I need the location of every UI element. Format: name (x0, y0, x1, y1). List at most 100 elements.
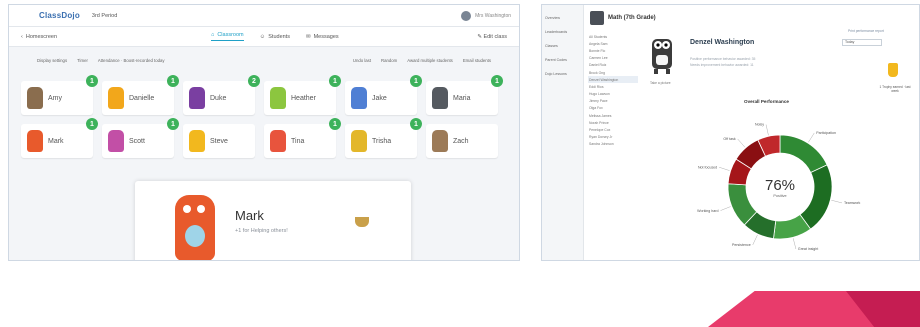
slice-leader-line (720, 206, 731, 211)
student-card[interactable]: Duke 2 (183, 75, 260, 115)
timer-button[interactable]: Timer (77, 58, 88, 63)
random-button[interactable]: Random (381, 58, 397, 63)
edit-class-button[interactable]: ✎ Edit class (477, 34, 507, 40)
donut-slice (779, 134, 828, 174)
slice-leader-line (719, 167, 730, 171)
award-multiple-button[interactable]: Award multiple students (407, 58, 453, 63)
student-list-item[interactable]: Jimmy Pace (588, 98, 638, 105)
users-icon: ☺ (259, 33, 266, 40)
monster-avatar (270, 87, 286, 109)
student-list-item[interactable]: Carmen Lee (588, 55, 638, 62)
date-range-select[interactable]: Today (842, 39, 882, 46)
student-name: Trisha (372, 137, 392, 145)
student-list-item[interactable]: Melissa James (588, 112, 638, 119)
sidebar-item-leaderboards[interactable]: Leaderboards (542, 25, 583, 39)
monster-avatar (189, 130, 205, 152)
email-students-button[interactable]: Email students (463, 58, 491, 63)
student-name: Duke (210, 94, 227, 102)
student-list-item[interactable]: Bonnie Flo (588, 47, 638, 54)
student-list-item[interactable]: Norah Prince (588, 119, 638, 126)
slice-leader-line (765, 124, 769, 136)
student-list-item[interactable]: Eddi Rios (588, 83, 638, 90)
edit-label: Edit class (483, 33, 507, 40)
undo-button[interactable]: Undo last (353, 58, 371, 63)
student-list-item[interactable]: Denzel Washington (588, 76, 638, 84)
report-sidebar: Overview Leaderboards Classes Parent Cod… (542, 5, 584, 260)
sidebar-item-dojo-lessons[interactable]: Dojo Lessons (542, 67, 583, 81)
student-card[interactable]: Heather 1 (264, 75, 341, 115)
student-list-item[interactable]: Penelope Cox (588, 126, 638, 133)
awarded-student-name: Mark (235, 208, 264, 223)
negative-count: Needs improvement behavior awarded: 11 (690, 63, 754, 67)
slice-label: Great insight (798, 247, 818, 251)
class-nav: ‹ Homescreen ⌂ Classroom ☺ Students ✉ Me… (9, 27, 519, 47)
class-grid-icon (590, 11, 604, 25)
student-list-item[interactable]: Angela Sam (588, 40, 638, 47)
award-message: +1 for Helping others! (235, 228, 288, 234)
student-list-item[interactable]: Daniel Ruiz (588, 62, 638, 69)
print-report-link[interactable]: Print performance report (848, 29, 884, 33)
student-card[interactable]: Maria 1 (426, 75, 503, 115)
student-name: Maria (453, 94, 471, 102)
message-icon: ✉ (305, 33, 311, 40)
monster-avatar (351, 87, 367, 109)
positive-count: Positive performance behavior awarded: 3… (690, 57, 756, 61)
student-list-item[interactable]: Sandra Johnson (588, 141, 638, 148)
monster-avatar (108, 130, 124, 152)
student-name: Tina (291, 137, 305, 145)
home-icon: ⌂ (211, 32, 215, 38)
student-row: Mark 1 Scott 1 Steve Tina 1 Trisha 1 Zach (21, 118, 505, 158)
user-menu[interactable]: Mrs Washington (461, 10, 511, 21)
tab-students[interactable]: ☺ Students (260, 32, 290, 41)
monster-avatar (189, 87, 205, 109)
class-toolbar: Display settings Timer Attendance · Boos… (9, 47, 519, 73)
student-name: Mark (48, 137, 64, 145)
student-card[interactable]: Mark 1 (21, 118, 98, 158)
performance-donut-chart: Participation Teamwork Great insight Persis… (697, 123, 861, 251)
app-logo[interactable]: ClassDojo (39, 11, 80, 20)
tab-label: Messages (313, 33, 339, 40)
slice-label: Off task (723, 137, 736, 141)
slice-leader-line (792, 238, 797, 250)
tab-classroom[interactable]: ⌂ Classroom (211, 32, 244, 41)
display-settings-button[interactable]: Display settings (37, 58, 67, 63)
classdojo-report-screenshot: Overview Leaderboards Classes Parent Cod… (541, 4, 920, 261)
student-name: Steve (210, 137, 228, 145)
sidebar-item-classes[interactable]: Classes (542, 39, 583, 53)
chart-title: Overall Performance (744, 99, 789, 104)
monster-avatar (432, 87, 448, 109)
tab-messages[interactable]: ✉ Messages (306, 32, 339, 41)
avatar (461, 10, 472, 21)
student-list-item[interactable]: Ryan Dorsey Jr (588, 134, 638, 141)
student-card[interactable]: Amy 1 (21, 75, 98, 115)
sidebar-item-overview[interactable]: Overview (542, 11, 583, 25)
monster-eye (183, 205, 191, 213)
student-list-item[interactable]: Brock Ong (588, 69, 638, 76)
student-list-item[interactable]: All Students (588, 33, 638, 40)
student-list-item[interactable]: Hugo Lawson (588, 91, 638, 98)
monster-belly (185, 225, 205, 247)
avatar-caption[interactable]: Take a picture (650, 81, 671, 85)
slice-label: Teamwork (844, 201, 861, 205)
student-card[interactable]: Zach (426, 124, 498, 158)
slice-leader-line (808, 132, 815, 143)
sidebar-item-parent-codes[interactable]: Parent Codes (542, 53, 583, 67)
student-card[interactable]: Danielle 1 (102, 75, 179, 115)
student-card[interactable]: Tina 1 (264, 118, 341, 158)
student-card[interactable]: Scott 1 (102, 118, 179, 158)
slice-label: Noisy (755, 123, 764, 127)
monster-avatar (27, 87, 43, 109)
student-card[interactable]: Jake 1 (345, 75, 422, 115)
points-badge: 1 (329, 118, 341, 130)
tab-label: Classroom (217, 32, 244, 38)
student-list-item[interactable]: Olga Fox (588, 105, 638, 112)
student-card[interactable]: Steve (183, 124, 255, 158)
tab-label: Students (268, 33, 290, 40)
attendance-button[interactable]: Attendance · Boost-recorded today (98, 58, 165, 63)
student-name: Zach (453, 137, 469, 145)
nav-tabs: ⌂ Classroom ☺ Students ✉ Messages (211, 32, 339, 41)
back-button[interactable]: ‹ Homescreen (21, 34, 211, 40)
points-badge: 1 (491, 75, 503, 87)
student-card[interactable]: Trisha 1 (345, 118, 422, 158)
top-bar: ClassDojo 3rd Period Mrs Washington (9, 5, 519, 27)
